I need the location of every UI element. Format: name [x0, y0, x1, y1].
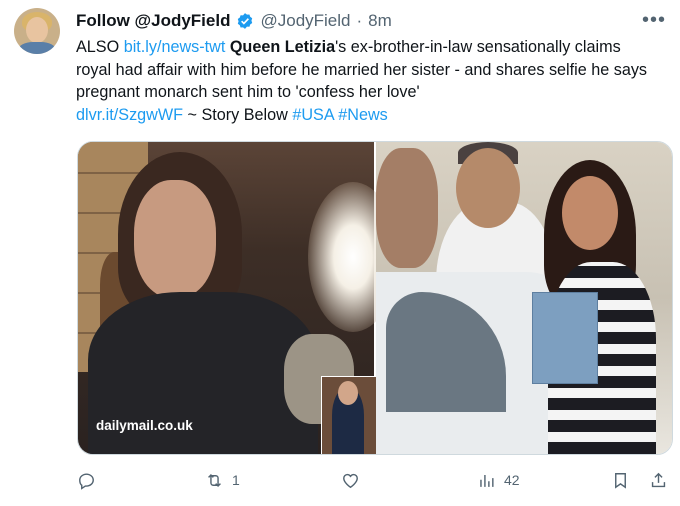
author-avatar[interactable]	[14, 8, 60, 54]
views-icon	[480, 474, 494, 487]
views-count: 42	[504, 472, 520, 488]
man-face	[456, 148, 520, 228]
reply-icon	[79, 472, 94, 490]
inset-man-face	[338, 381, 358, 405]
tweet-header: Follow @JodyField @JodyField · 8m	[76, 10, 392, 32]
tweet-text: ALSO bit.ly/news-twt Queen Letizia's ex-…	[76, 36, 656, 126]
tweet-media[interactable]: dailymail.co.uk	[77, 141, 673, 455]
more-icon[interactable]: •••	[642, 9, 666, 32]
share-button[interactable]	[649, 468, 668, 492]
tweet-time[interactable]: 8m	[368, 11, 392, 31]
like-button[interactable]	[341, 468, 368, 492]
text-story: ~ Story Below	[183, 105, 293, 124]
author-name[interactable]: Follow @JodyField	[76, 11, 230, 31]
hashtag-news[interactable]: #News	[338, 106, 387, 124]
link-dlvr[interactable]: dlvr.it/SzgwWF	[76, 106, 183, 124]
text-prefix: ALSO	[76, 38, 124, 56]
retweet-icon	[208, 473, 221, 487]
hashtag-usa[interactable]: #USA	[292, 106, 333, 124]
avatar-face	[26, 17, 48, 43]
verified-badge-icon	[238, 13, 253, 29]
separator-dot: ·	[356, 11, 363, 30]
text-bold-name: Queen Letizia	[229, 38, 336, 56]
share-icon	[651, 472, 666, 487]
bookmark-button[interactable]	[611, 468, 630, 492]
woman-face-right	[562, 176, 618, 250]
avatar-shirt	[18, 42, 56, 54]
media-watermark: dailymail.co.uk	[96, 418, 193, 433]
action-bar: 1 42	[0, 468, 680, 492]
link-bitly[interactable]: bit.ly/news-twt	[124, 38, 226, 56]
media-photo-left[interactable]: dailymail.co.uk	[78, 142, 427, 454]
woman-face	[134, 180, 216, 298]
like-icon	[343, 473, 358, 488]
retweet-count: 1	[232, 472, 240, 488]
background-person	[376, 148, 438, 268]
author-handle[interactable]: @JodyField	[260, 11, 350, 31]
reply-button[interactable]	[77, 468, 104, 492]
bookmark-icon	[615, 472, 626, 489]
retweet-button[interactable]: 1	[205, 468, 240, 492]
held-book	[532, 292, 598, 384]
views-button[interactable]: 42	[477, 468, 520, 492]
media-photo-right[interactable]	[376, 142, 672, 454]
